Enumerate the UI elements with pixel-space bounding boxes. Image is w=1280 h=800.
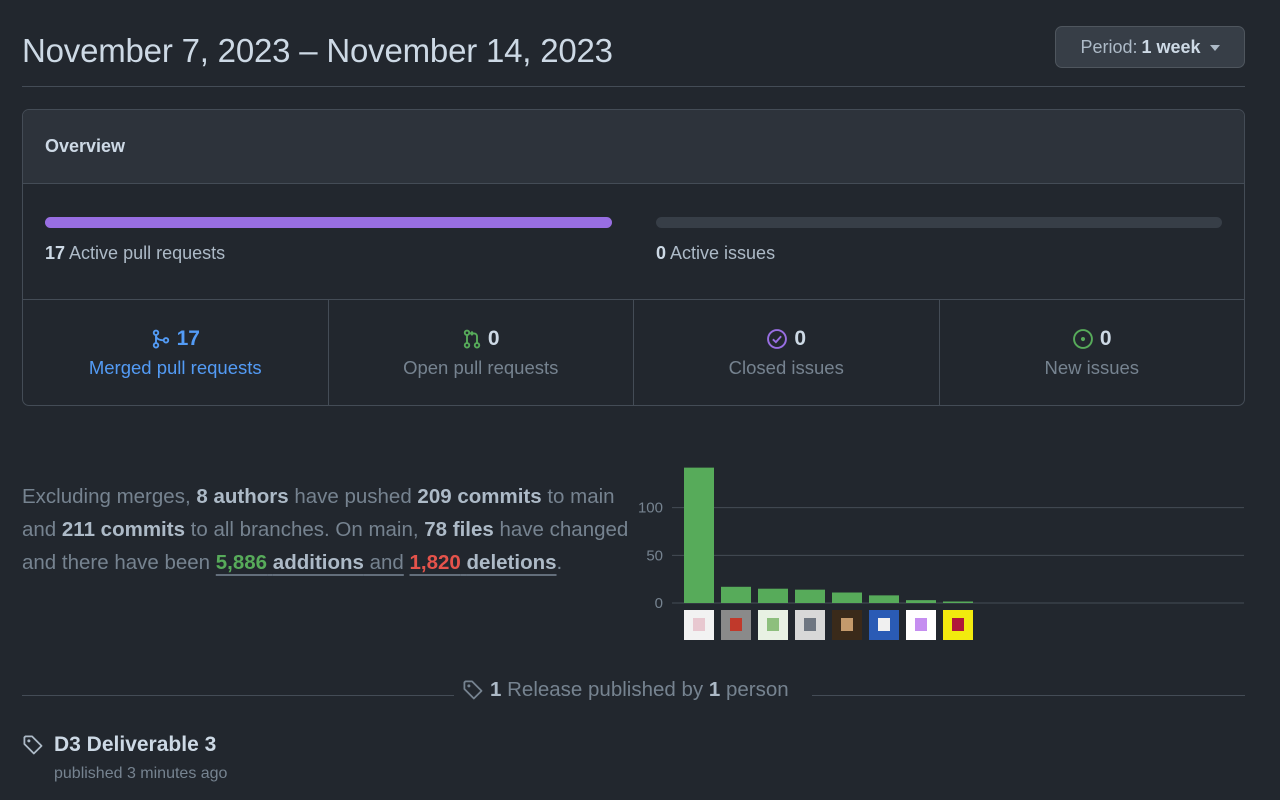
merged-prs-label: Merged pull requests (88, 357, 262, 378)
additions-count: 5,886 (215, 551, 268, 574)
summary-text: to all branches. On main, (184, 518, 425, 541)
caret-down-icon (1209, 45, 1220, 51)
release-summary-text: Release published by (507, 678, 704, 701)
active-prs-progress-fill (45, 217, 612, 228)
chart-bar (832, 592, 862, 603)
git-merge-icon (152, 329, 169, 349)
additions-link[interactable]: 5,886 additions and (216, 551, 404, 574)
tag-icon (23, 735, 43, 755)
stat-merged-prs[interactable]: 17 Merged pull requests (23, 300, 329, 405)
activity-bars-row: 17 Active pull requests 0 Active issues (23, 184, 1244, 300)
release-summary: 1 Release published by 1 person (462, 678, 789, 702)
period-label: Period: (1080, 36, 1138, 57)
chart-bar (758, 588, 788, 603)
active-issues-count: 0 (656, 243, 667, 263)
summary-text: Excluding merges, (22, 485, 197, 508)
active-prs-count: 17 (45, 243, 66, 263)
files-count: 78 files (424, 518, 494, 541)
release-published-time: published 3 minutes ago (54, 765, 228, 782)
closed-issues-label: Closed issues (728, 357, 844, 378)
contributor-avatar-detail (730, 618, 742, 631)
release-divider-left (22, 695, 454, 696)
release-title-link[interactable]: D3 Deliverable 3 (54, 733, 216, 757)
contributors-commit-chart: 0 50 100 (638, 467, 1244, 640)
summary-text: and (363, 551, 404, 574)
y-tick-label: 50 (646, 547, 663, 564)
summary-text: have pushed (288, 485, 418, 508)
merged-prs-value: 17 (176, 327, 200, 350)
chart-bar (684, 467, 714, 603)
overview-stats: 17 Merged pull requests 0 Open pull requ… (23, 300, 1245, 405)
open-prs-value: 0 (487, 327, 500, 350)
issue-closed-icon (767, 329, 788, 349)
authors-count: 8 authors (196, 485, 289, 508)
deletions-link[interactable]: 1,820 deletions (410, 551, 557, 574)
overview-panel: Overview 17 Active pull requests 0 Activ… (22, 109, 1245, 406)
active-issues-label[interactable]: 0 Active issues (656, 243, 775, 264)
contributor-avatar-detail (952, 618, 964, 631)
overview-title: Overview (23, 110, 1244, 184)
header: November 7, 2023 – November 14, 2023 Per… (22, 26, 1245, 87)
release-count: 1 (490, 678, 502, 701)
git-pull-request-icon (463, 329, 481, 349)
active-prs-text: Active pull requests (69, 243, 226, 263)
stat-open-prs[interactable]: 0 Open pull requests (329, 300, 634, 405)
stat-new-issues[interactable]: 0 New issues (940, 300, 1245, 405)
closed-issues-value: 0 (794, 327, 807, 350)
summary-text: . (556, 551, 563, 574)
y-tick-label: 100 (638, 500, 663, 517)
active-issues-progress-bar (656, 217, 1222, 228)
new-issues-value: 0 (1099, 327, 1112, 350)
contributor-avatar-detail (915, 618, 927, 631)
open-prs-label: Open pull requests (403, 357, 559, 378)
period-value: 1 week (1141, 36, 1201, 57)
chart-bar (869, 595, 899, 603)
contributor-avatar-detail (804, 618, 816, 631)
active-prs-progress-bar (45, 217, 612, 228)
active-issues-text: Active issues (670, 243, 776, 263)
chart-bar (795, 589, 825, 603)
contributor-avatar-detail (767, 618, 779, 631)
chart-bar (906, 600, 936, 603)
contributor-avatar-detail (841, 618, 853, 631)
release-item: D3 Deliverable 3 published 3 minutes ago (22, 733, 227, 783)
active-prs-label[interactable]: 17 Active pull requests (45, 243, 225, 264)
period-dropdown-button[interactable]: Period: 1 week (1055, 26, 1245, 68)
chart-bar (943, 601, 973, 603)
commits-main-count: 209 commits (417, 485, 542, 508)
contributor-avatar-detail (693, 618, 705, 631)
deletions-word: deletions (466, 551, 557, 574)
new-issues-label: New issues (1044, 357, 1140, 378)
chart-bar (721, 586, 751, 603)
commits-all-count: 211 commits (61, 518, 185, 541)
date-range-title: November 7, 2023 – November 14, 2023 (22, 32, 613, 69)
issue-opened-icon (1073, 329, 1093, 349)
deletions-count: 1,820 (409, 551, 461, 574)
release-summary-end: person (725, 678, 789, 701)
release-divider-right (812, 695, 1245, 696)
tag-icon (463, 680, 483, 700)
stat-closed-issues[interactable]: 0 Closed issues (634, 300, 940, 405)
commit-summary: Excluding merges, 8 authors have pushed … (22, 480, 634, 579)
y-tick-label: 0 (655, 595, 663, 612)
additions-word: additions (272, 551, 364, 574)
contributor-avatar-detail (878, 618, 890, 631)
release-people-count: 1 (708, 678, 721, 701)
